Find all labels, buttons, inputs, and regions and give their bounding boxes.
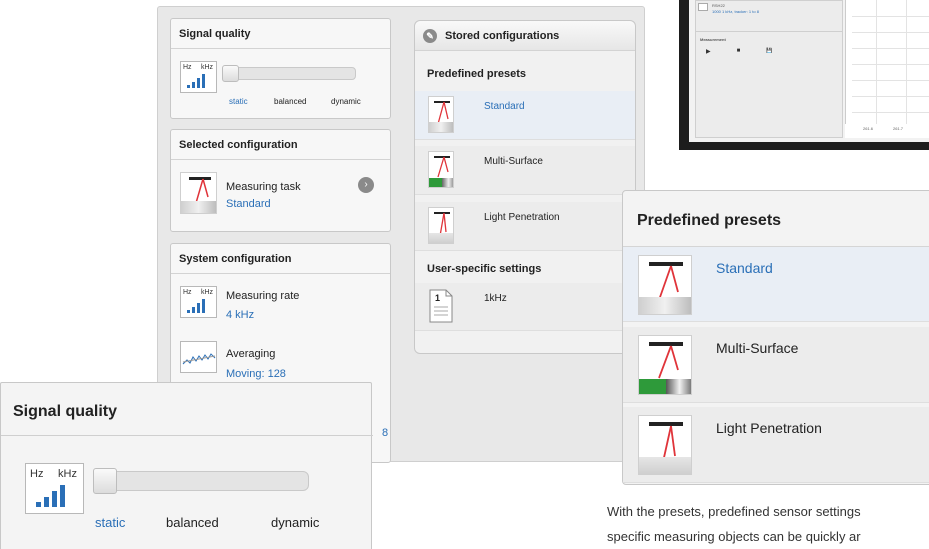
zoom-preset-row-standard[interactable]: Standard (623, 246, 929, 322)
averaging-label: Averaging (226, 348, 276, 360)
signal-quality-slider-thumb[interactable] (222, 65, 239, 82)
zoom-dynamic-option[interactable]: dynamic (271, 515, 319, 530)
hz-label: Hz (183, 64, 192, 71)
standard-thumbnail (428, 96, 454, 133)
document-icon (429, 289, 453, 323)
zoom-khz-label: kHz (58, 468, 77, 480)
chevron-right-icon[interactable]: › (358, 177, 374, 193)
averaging-value[interactable]: Moving: 128 (226, 368, 286, 380)
preset-row-standard[interactable]: Standard (415, 91, 635, 140)
shot-tick-2: 261.7 (893, 126, 904, 131)
zoom-signal-quality-panel: Signal quality Hz kHz static balanced dy… (0, 382, 373, 549)
zoom-balanced-option[interactable]: balanced (166, 515, 219, 530)
zoom-signal-quality-title: Signal quality (13, 403, 118, 420)
shot-tick-1: 261.6 (863, 126, 874, 131)
stored-configurations-title: Stored configurations (445, 29, 560, 42)
system-configuration-title: System configuration (171, 244, 390, 274)
preset-row-light-penetration[interactable]: Light Penetration (415, 202, 635, 251)
stored-configurations-panel: ✎ Stored configurations Predefined prese… (414, 20, 636, 354)
preset-light-penetration-label: Light Penetration (484, 212, 560, 223)
measuring-rate-value[interactable]: 4 kHz (226, 309, 254, 321)
caption-line-2: specific measuring objects can be quickl… (607, 529, 861, 544)
measuring-rate-icon: Hz kHz (180, 286, 217, 318)
shot-plot (845, 0, 929, 124)
preset-row-multi-surface[interactable]: Multi-Surface (415, 146, 635, 195)
light-penetration-thumbnail (428, 207, 454, 244)
shot-sensor-icon (698, 3, 708, 11)
document-number: 1 (435, 293, 441, 303)
zoom-static-option[interactable]: static (95, 515, 125, 530)
signal-quality-title: Signal quality (171, 19, 390, 49)
shot-line1: RSH22 (712, 3, 725, 8)
selected-configuration-card: Selected configuration Measuring task St… (170, 129, 391, 232)
shot-left-panel: RSH22 1000 1 kHz, tracker: 1 to 8 Measur… (695, 0, 843, 138)
stored-configurations-header: ✎ Stored configurations (415, 21, 635, 51)
averaging-icon (180, 341, 217, 373)
zoom-light-penetration-thumbnail (638, 415, 692, 475)
measuring-task-thumbnail (180, 172, 217, 214)
zoom-multi-surface-thumbnail (638, 335, 692, 395)
predefined-presets-title: Predefined presets (427, 68, 527, 80)
zoom-predefined-presets-title: Predefined presets (637, 212, 782, 229)
zoom-signal-quality-slider[interactable] (93, 468, 309, 494)
caption-line-1: With the presets, predefined sensor sett… (607, 504, 861, 519)
zoom-preset-row-multi-surface[interactable]: Multi-Surface (623, 327, 929, 403)
rate-khz-label: kHz (201, 289, 214, 296)
multi-surface-thumbnail (428, 151, 454, 188)
measuring-rate-label: Measuring rate (226, 290, 300, 302)
shot-controls: ▶ ■ 💾 (706, 48, 836, 58)
stop-icon[interactable]: ■ (737, 48, 741, 58)
signal-quality-card: Signal quality Hz kHz static balanced dy… (170, 18, 391, 119)
rate-hz-label: Hz (183, 289, 192, 296)
preset-multi-surface-label: Multi-Surface (484, 156, 543, 167)
zoom-standard-thumbnail (638, 255, 692, 315)
shot-line2: 1000 1 kHz, tracker: 1 to 8 (712, 9, 759, 14)
selected-configuration-title: Selected configuration (171, 130, 390, 160)
shot-measurement-label: Measurement (700, 37, 726, 42)
dynamic-option[interactable]: dynamic (331, 97, 361, 106)
zoom-predefined-presets-panel: Predefined presets Standard Multi-Surfac… (622, 190, 929, 485)
zoom-hz-label: Hz (30, 468, 44, 480)
measuring-task-label: Measuring task (226, 181, 301, 193)
measuring-task-value[interactable]: Standard (226, 198, 271, 210)
play-icon[interactable]: ▶ (706, 48, 711, 58)
zoom-signal-quality-slider-thumb[interactable] (93, 468, 117, 494)
zoom-signal-quality-icon: Hz kHz (25, 463, 84, 514)
preset-standard-label: Standard (484, 101, 525, 112)
static-option[interactable]: static (229, 97, 248, 106)
user-specific-settings-title: User-specific settings (427, 263, 542, 275)
zoom-preset-multi-surface-label: Multi-Surface (716, 340, 799, 356)
save-icon[interactable]: 💾 (766, 48, 772, 58)
user-setting-label: 1kHz (484, 293, 507, 304)
partial-value: 8 (382, 427, 389, 439)
zoom-preset-row-light-penetration[interactable]: Light Penetration (623, 407, 929, 483)
pencil-icon[interactable]: ✎ (423, 28, 437, 43)
signal-quality-icon: Hz kHz (180, 61, 217, 93)
zoom-preset-light-penetration-label: Light Penetration (716, 420, 822, 436)
zoom-signal-quality-header: Signal quality (1, 383, 373, 436)
zoom-preset-standard-label: Standard (716, 260, 773, 276)
signal-quality-slider[interactable] (222, 65, 356, 82)
shot-x-axis: 261.6 261.7 (845, 124, 929, 138)
software-screenshot: RSH22 1000 1 kHz, tracker: 1 to 8 Measur… (679, 0, 929, 150)
user-setting-row-1khz[interactable]: 1 1kHz (415, 283, 635, 331)
balanced-option[interactable]: balanced (274, 97, 306, 106)
khz-label: kHz (201, 64, 214, 71)
